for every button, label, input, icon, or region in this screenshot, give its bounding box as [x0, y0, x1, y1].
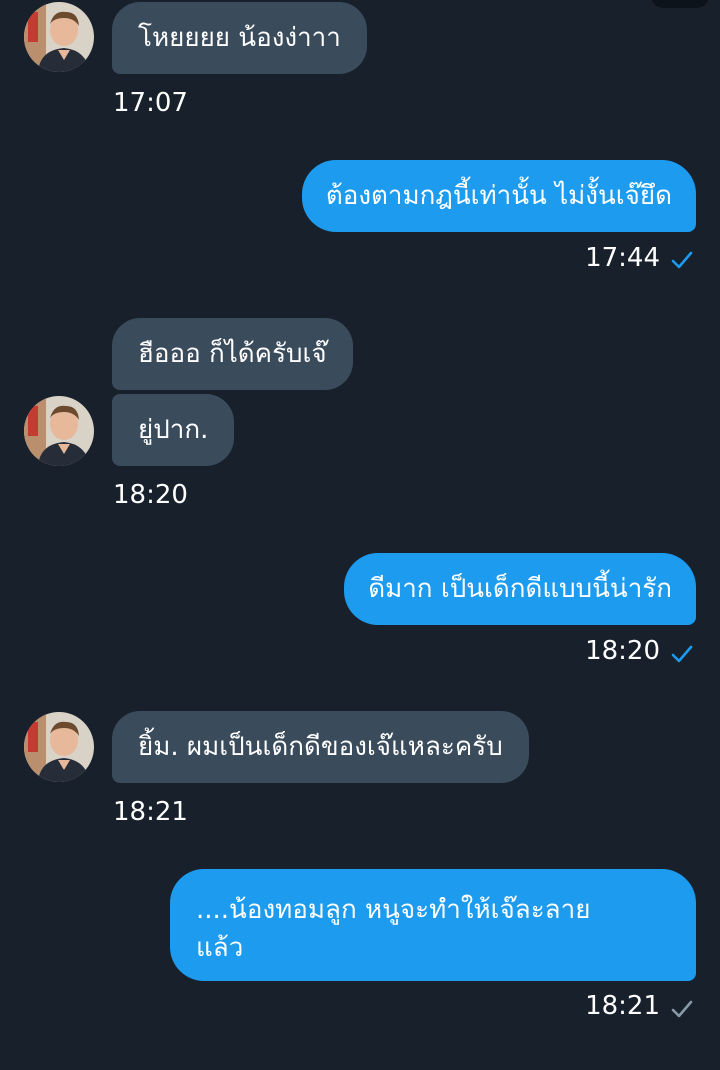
check-icon	[670, 997, 694, 1021]
timestamp: 18:21	[113, 797, 188, 827]
avatar-icon	[24, 396, 94, 466]
message-bubble-outgoing[interactable]: ....น้องทอมลูก หนูจะทำให้เจ๊ละลาย แล้ว	[170, 869, 696, 981]
timestamp: 18:20	[113, 480, 188, 510]
check-icon	[670, 248, 694, 272]
avatar[interactable]	[24, 396, 94, 466]
timestamp: 17:07	[113, 88, 188, 118]
message-bubble-outgoing[interactable]: ต้องตามกฎนี้เท่านั้น ไม่งั้นเจ๊ยึด	[301, 160, 696, 232]
check-icon	[670, 642, 694, 666]
timestamp: 17:44	[585, 243, 660, 273]
avatar-icon	[24, 712, 94, 782]
timestamp: 18:21	[585, 991, 660, 1021]
message-line: ....น้องทอมลูก หนูจะทำให้เจ๊ละลาย	[196, 895, 591, 925]
top-edge-element	[650, 0, 710, 8]
message-bubble-incoming[interactable]: ยิ้ม. ผมเป็นเด็กดีของเจ๊แหละครับ	[112, 711, 529, 783]
timestamp: 18:20	[585, 636, 660, 666]
avatar[interactable]	[24, 2, 94, 72]
message-bubble-incoming[interactable]: โหยยยย น้องง่าาา	[112, 2, 367, 74]
message-bubble-incoming[interactable]: ยู่ปาก.	[112, 394, 235, 466]
avatar-icon	[24, 2, 94, 72]
message-bubble-outgoing[interactable]: ดีมาก เป็นเด็กดีแบบนี้น่ารัก	[344, 553, 696, 625]
message-line: แล้ว	[196, 933, 244, 963]
message-bubble-incoming[interactable]: ฮือออ ก็ได้ครับเจ๊	[112, 318, 353, 390]
avatar[interactable]	[24, 712, 94, 782]
